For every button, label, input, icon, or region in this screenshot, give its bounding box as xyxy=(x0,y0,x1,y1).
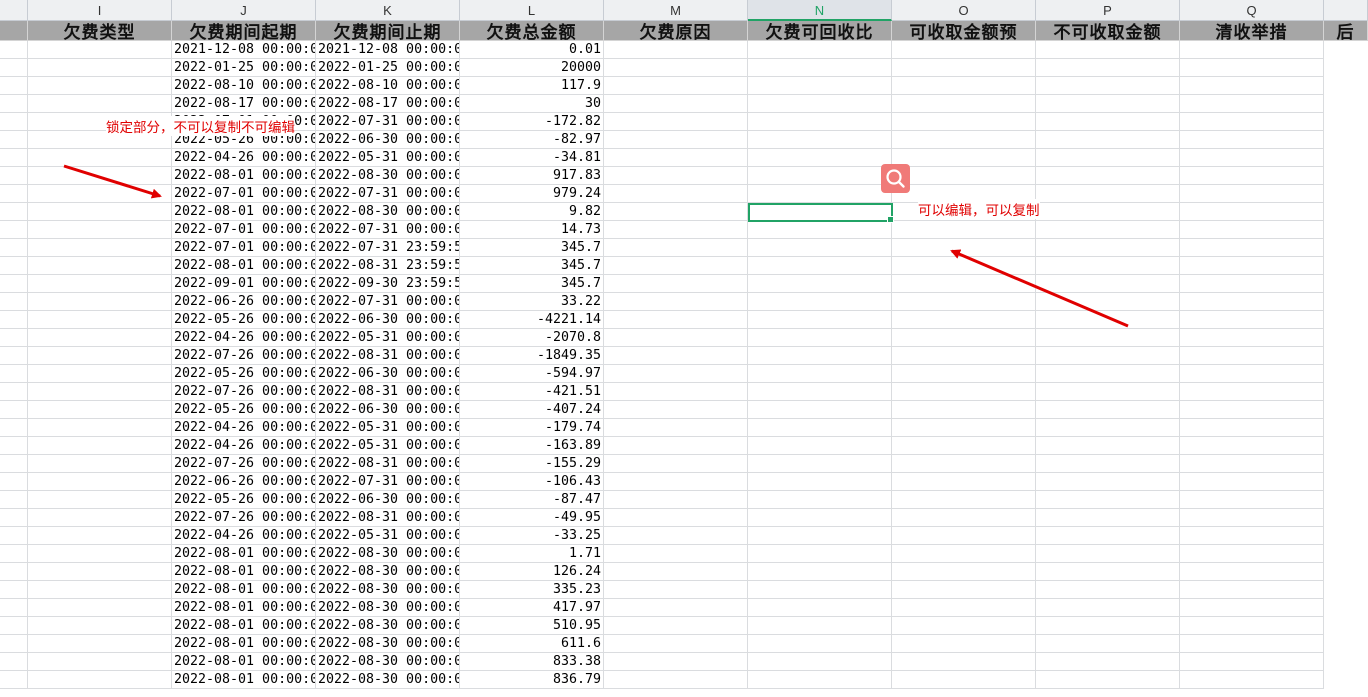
arrow-to-editable-area xyxy=(950,249,1129,328)
annotation-arrows xyxy=(63,164,1129,328)
fill-handle[interactable] xyxy=(887,216,894,223)
search-button[interactable] xyxy=(881,164,910,193)
arrow-to-locked-area xyxy=(63,164,162,199)
search-icon xyxy=(886,169,905,188)
active-cell[interactable] xyxy=(748,203,894,223)
